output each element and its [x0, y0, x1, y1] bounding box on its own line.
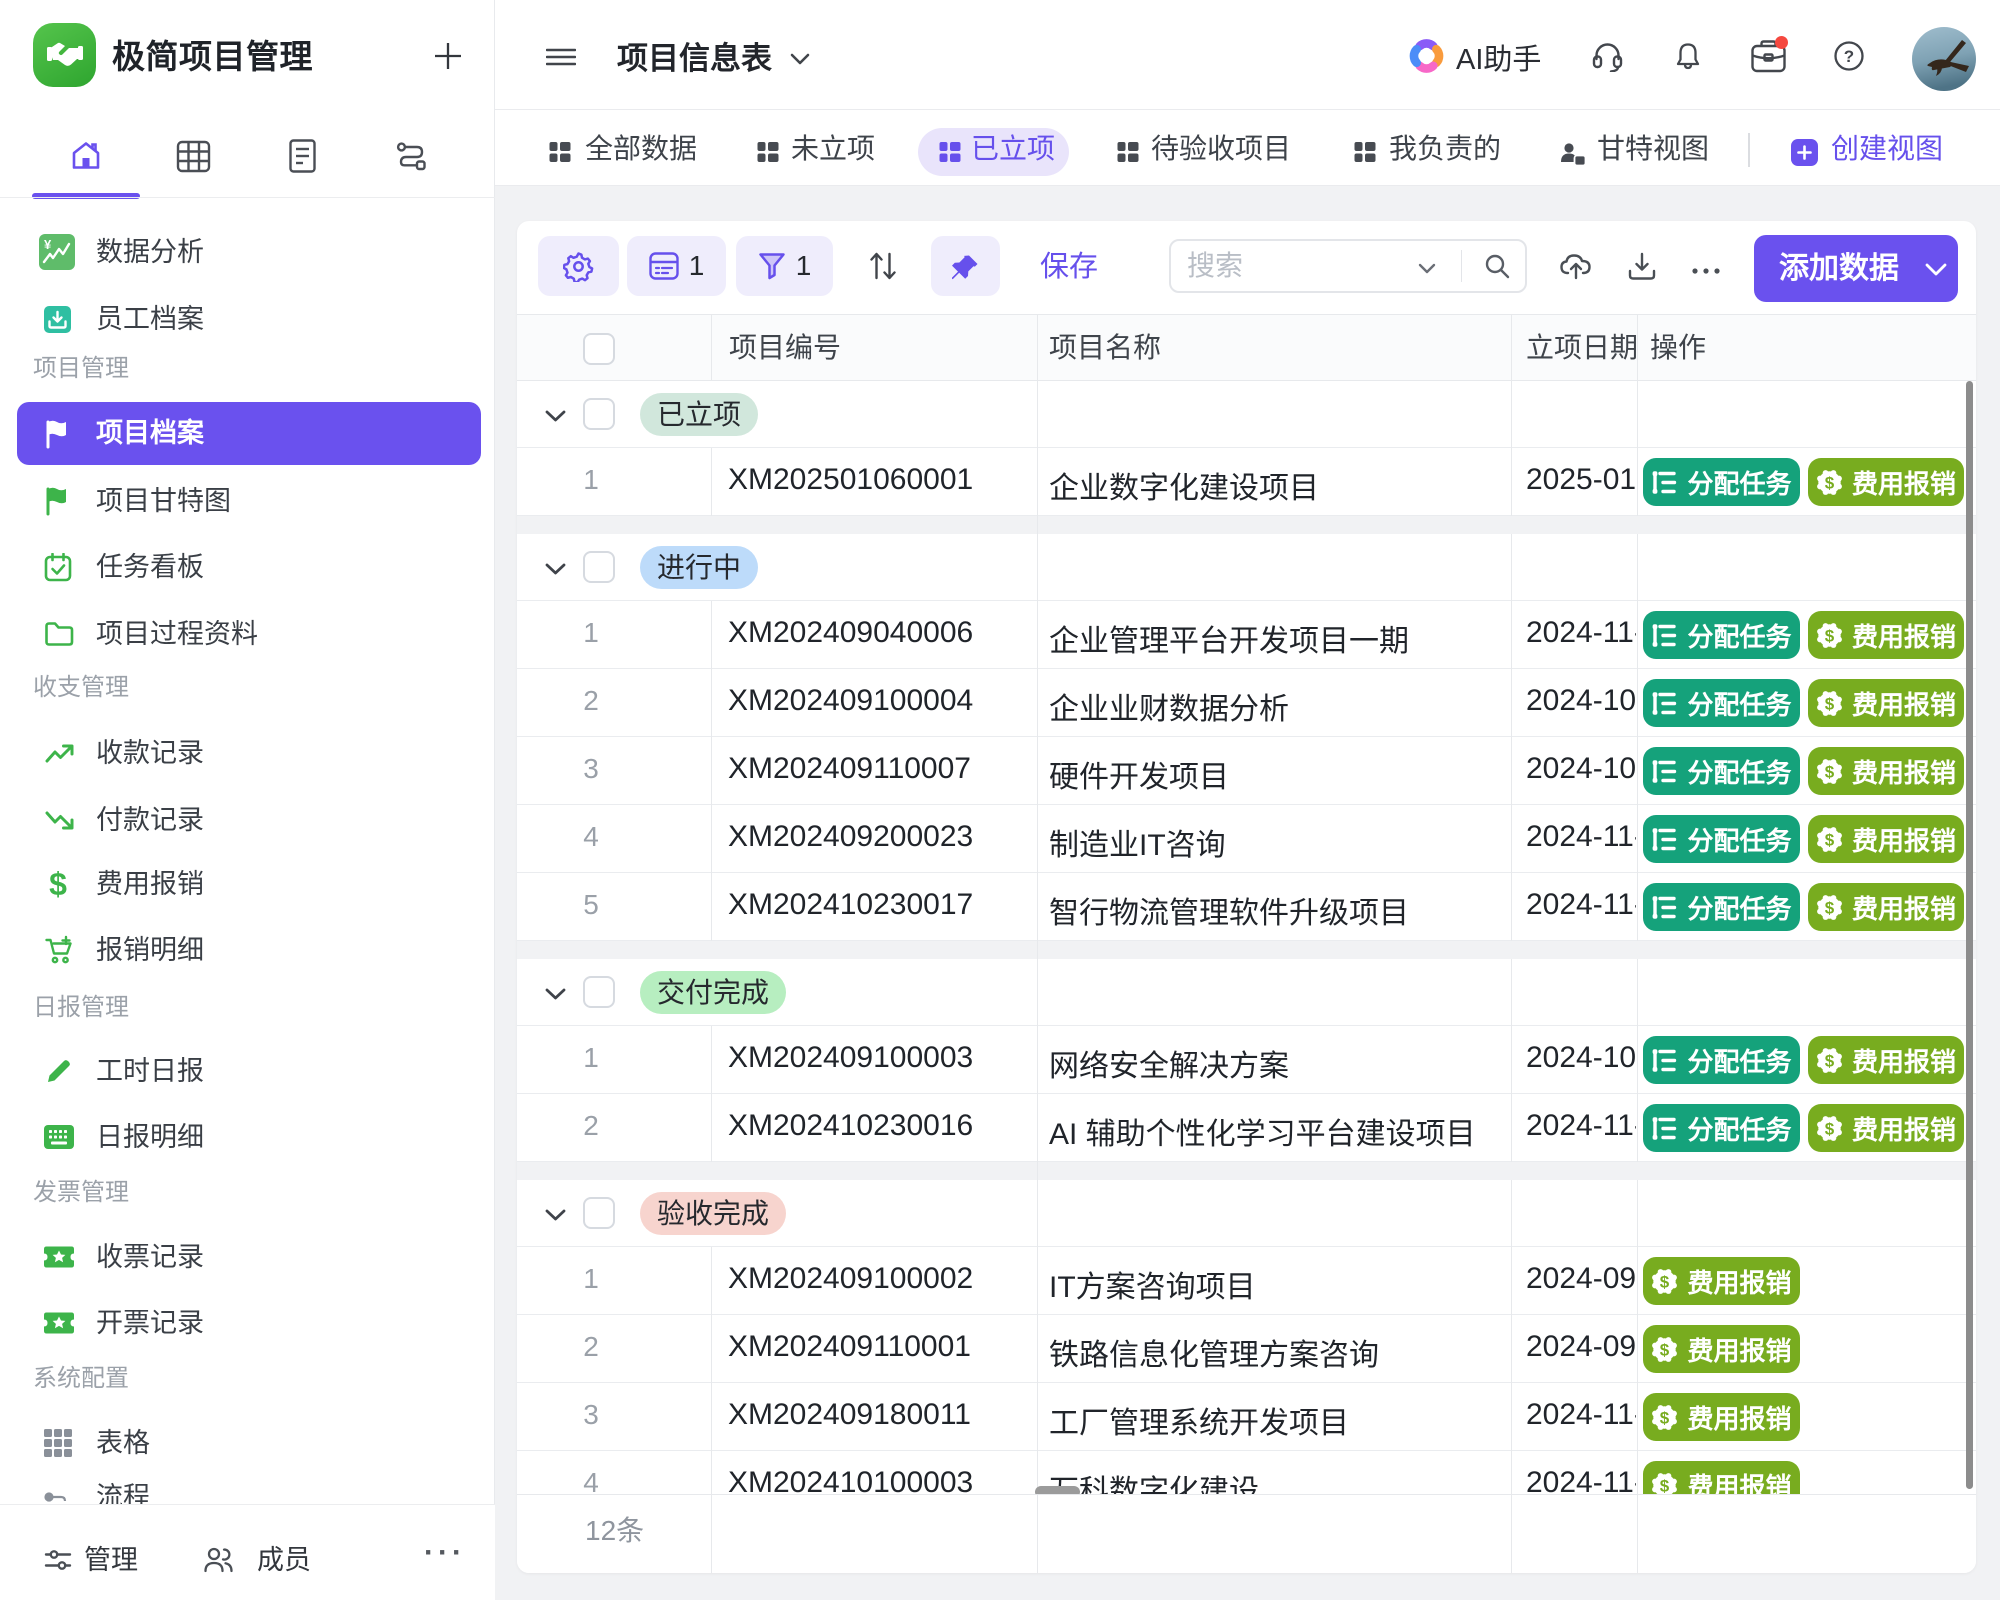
svg-text:$: $	[1825, 830, 1835, 849]
svg-text:$: $	[1660, 1476, 1670, 1495]
svg-text:$: $	[1825, 1119, 1835, 1138]
svg-text:$: $	[1825, 898, 1835, 917]
svg-text:$: $	[1825, 626, 1835, 645]
svg-text:$: $	[1660, 1340, 1670, 1359]
svg-text:$: $	[1825, 473, 1835, 492]
svg-text:¥: ¥	[44, 237, 52, 252]
svg-text:$: $	[1825, 762, 1835, 781]
svg-text:?: ?	[1844, 47, 1854, 66]
svg-text:$: $	[1660, 1408, 1670, 1427]
svg-text:$: $	[1825, 1051, 1835, 1070]
svg-text:$: $	[1825, 694, 1835, 713]
svg-text:$: $	[1660, 1272, 1670, 1291]
